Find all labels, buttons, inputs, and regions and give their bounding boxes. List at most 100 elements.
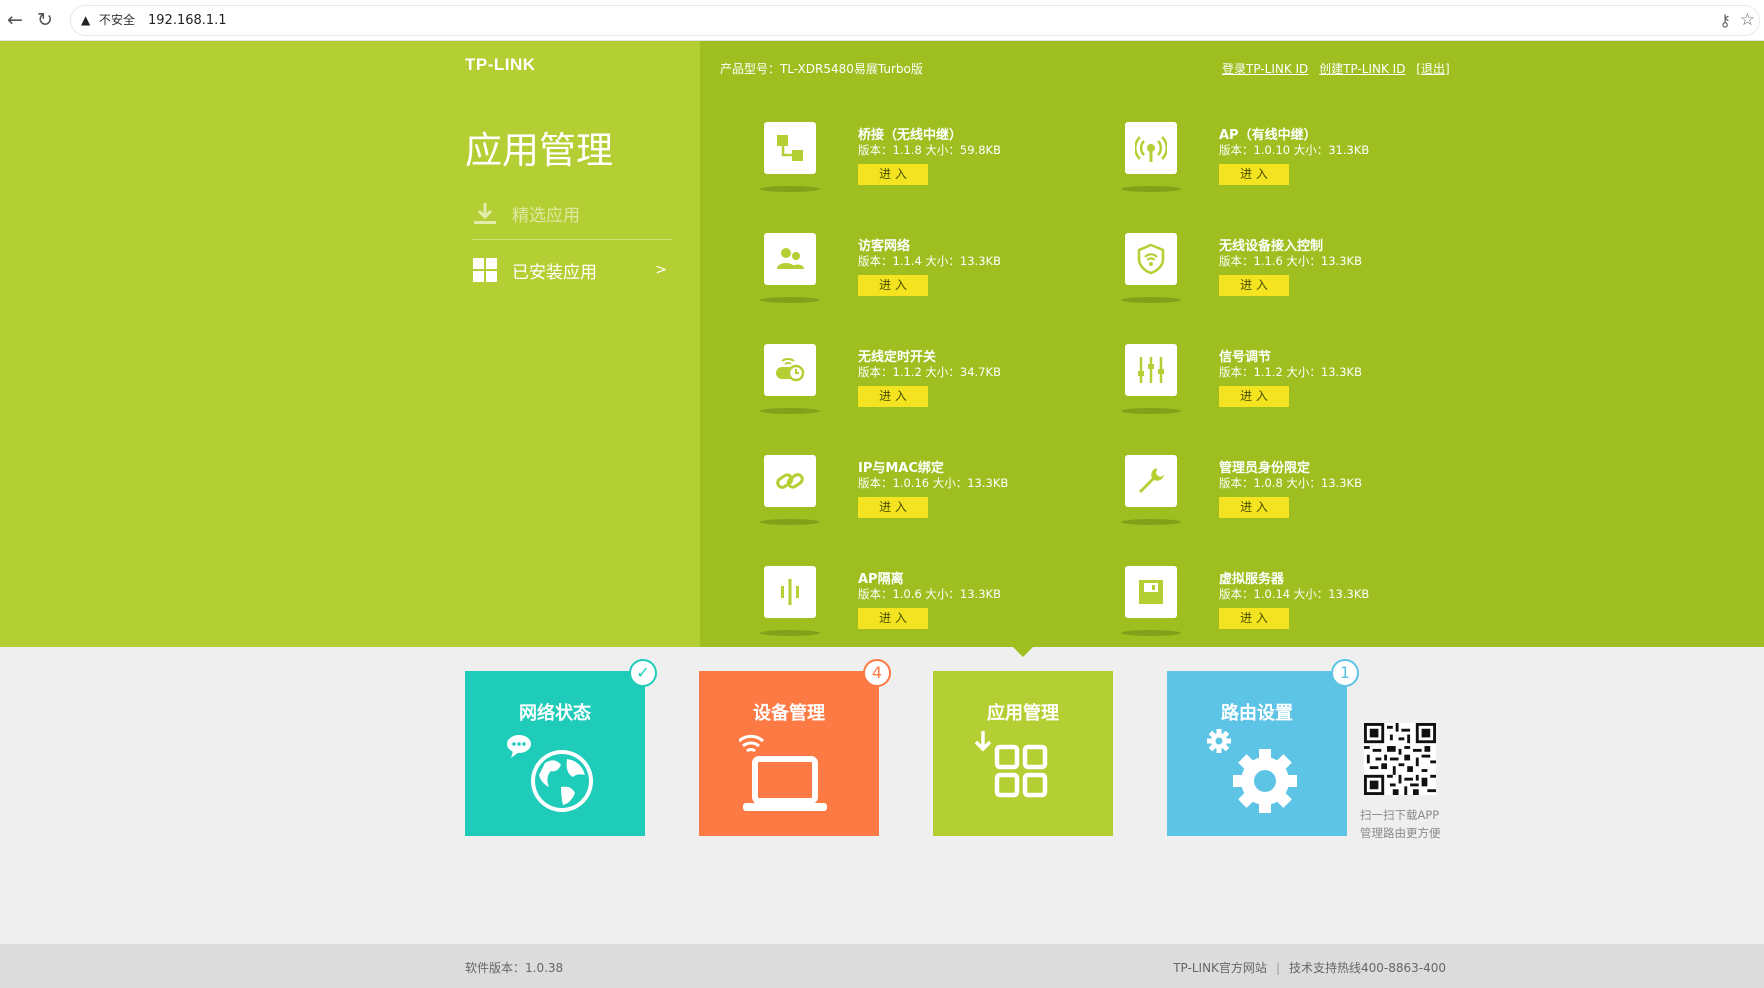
app-meta: 版本：1.0.8 大小：13.3KB [1219, 476, 1362, 490]
app-name: 无线设备接入控制 [1219, 239, 1324, 254]
link-icon [764, 455, 816, 507]
sidebar-item-label: 精选应用 [512, 205, 580, 226]
sidebar-divider [472, 239, 672, 240]
app-meta: 版本：1.0.10 大小：31.3KB [1219, 143, 1370, 157]
app-meta: 版本：1.1.6 大小：13.3KB [1219, 254, 1362, 268]
icon-shadow [760, 519, 820, 525]
enter-button[interactable]: 进 入 [1219, 275, 1289, 296]
bookmark-star-icon[interactable]: ☆ [1740, 6, 1755, 35]
app-name: 信号调节 [1219, 350, 1272, 365]
enter-button[interactable]: 进 入 [858, 497, 928, 518]
status-ok-badge: ✓ [629, 659, 657, 687]
logout-link[interactable]: [退出] [1416, 62, 1449, 76]
account-links: 登录TP-LINK ID 创建TP-LINK ID [退出] [1222, 60, 1457, 77]
update-count-badge: 1 [1331, 659, 1359, 687]
qr-code [1364, 723, 1436, 795]
enter-button[interactable]: 进 入 [858, 386, 928, 407]
security-label: 不安全 [99, 13, 136, 27]
device-count-badge: 4 [863, 659, 891, 687]
app-card-ap-isolation: AP隔离 版本：1.0.6 大小：13.3KB 进 入 [760, 566, 1104, 656]
tile-app-management[interactable]: 应用管理 [933, 671, 1113, 836]
active-tab-pointer [1013, 647, 1033, 657]
app-name: IP与MAC绑定 [858, 461, 944, 476]
login-tplink-id-link[interactable]: 登录TP-LINK ID [1222, 62, 1308, 76]
address-bar[interactable]: ▲ 不安全 192.168.1.1 ⚷ ☆ [70, 5, 1760, 36]
icon-shadow [1121, 408, 1181, 414]
browser-toolbar: ← ↻ ▲ 不安全 192.168.1.1 ⚷ ☆ [0, 0, 1764, 41]
app-card-ap: AP（有线中继） 版本：1.0.10 大小：31.3KB 进 入 [1121, 122, 1465, 212]
app-card-signal-tuning: 信号调节 版本：1.1.2 大小：13.3KB 进 入 [1121, 344, 1465, 434]
page-title: 应用管理 [465, 129, 613, 172]
icon-shadow [1121, 297, 1181, 303]
bridge-icon [764, 122, 816, 174]
qr-caption-line1: 扫一扫下载APP [1360, 808, 1440, 822]
tile-title: 网络状态 [519, 703, 591, 724]
sidebar-item-label: 已安装应用 [512, 262, 597, 283]
antenna-icon [1125, 122, 1177, 174]
software-version: 软件版本：1.0.38 [465, 961, 564, 975]
key-icon[interactable]: ⚷ [1719, 6, 1731, 35]
laptop-wifi-icon [739, 734, 827, 811]
back-icon[interactable]: ← [4, 9, 26, 31]
tile-network-status[interactable]: 网络状态 ✓ [465, 659, 657, 836]
qr-caption: 扫一扫下载APP 管理路由更方便 [1360, 806, 1441, 842]
app-name: 无线定时开关 [858, 350, 937, 365]
app-grid-icon [974, 731, 1048, 798]
guest-users-icon [764, 233, 816, 285]
create-tplink-id-link[interactable]: 创建TP-LINK ID [1319, 62, 1405, 76]
app-name: 访客网络 [858, 239, 911, 254]
icon-shadow [760, 297, 820, 303]
enter-button[interactable]: 进 入 [858, 608, 928, 629]
icon-shadow [760, 630, 820, 636]
icon-shadow [1121, 186, 1181, 192]
app-card-bridge: 桥接（无线中继） 版本：1.1.8 大小：59.8KB 进 入 [760, 122, 1104, 212]
app-meta: 版本：1.1.4 大小：13.3KB [858, 254, 1001, 268]
download-icon [474, 203, 496, 224]
enter-button[interactable]: 进 入 [1219, 164, 1289, 185]
wifi-shield-icon [1125, 233, 1177, 285]
server-icon [1125, 566, 1177, 618]
app-card-ip-mac-binding: IP与MAC绑定 版本：1.0.16 大小：13.3KB 进 入 [760, 455, 1104, 545]
enter-button[interactable]: 进 入 [1219, 608, 1289, 629]
footer-separator: | [1275, 961, 1280, 975]
official-site-link[interactable]: TP-LINK官方网站 [1173, 961, 1267, 975]
footer: 软件版本：1.0.38 TP-LINK官方网站 | 技术支持热线400-8863-4… [0, 944, 1764, 988]
warning-icon: ▲ [81, 13, 91, 27]
timer-switch-icon [764, 344, 816, 396]
url-text[interactable]: 192.168.1.1 [148, 6, 227, 35]
icon-shadow [760, 186, 820, 192]
apps-grid-icon [473, 258, 497, 282]
ap-isolation-icon [764, 566, 816, 618]
enter-button[interactable]: 进 入 [858, 164, 928, 185]
app-meta: 版本：1.1.8 大小：59.8KB [858, 143, 1001, 157]
app-meta: 版本：1.1.2 大小：13.3KB [1219, 365, 1362, 379]
gear-icon [1207, 729, 1297, 813]
enter-button[interactable]: 进 入 [858, 275, 928, 296]
app-name: AP（有线中继） [1219, 128, 1317, 143]
app-name: 桥接（无线中继） [858, 128, 963, 143]
tile-title: 应用管理 [987, 703, 1059, 724]
sidebar-item-featured-apps[interactable]: 精选应用 [472, 193, 580, 233]
icon-shadow [1121, 519, 1181, 525]
tile-title: 设备管理 [753, 703, 825, 724]
signal-sliders-icon [1125, 344, 1177, 396]
qr-caption-line2: 管理路由更方便 [1360, 826, 1441, 840]
tp-link-logo: TP-LINK [465, 55, 536, 74]
app-card-guest-network: 访客网络 版本：1.1.4 大小：13.3KB 进 入 [760, 233, 1104, 323]
app-name: 虚拟服务器 [1219, 572, 1285, 587]
tile-router-settings[interactable]: 路由设置 1 [1167, 659, 1359, 836]
app-meta: 版本：1.0.14 大小：13.3KB [1219, 587, 1370, 601]
sidebar-item-installed-apps[interactable]: 已安装应用 > [472, 250, 667, 290]
enter-button[interactable]: 进 入 [1219, 497, 1289, 518]
app-name: 管理员身份限定 [1219, 461, 1311, 476]
app-meta: 版本：1.0.6 大小：13.3KB [858, 587, 1001, 601]
app-name: AP隔离 [858, 572, 904, 587]
app-card-wifi-schedule: 无线定时开关 版本：1.1.2 大小：34.7KB 进 入 [760, 344, 1104, 434]
tile-device-management[interactable]: 设备管理 4 [699, 659, 891, 836]
enter-button[interactable]: 进 入 [1219, 386, 1289, 407]
app-meta: 版本：1.1.2 大小：34.7KB [858, 365, 1001, 379]
app-card-admin-restriction: 管理员身份限定 版本：1.0.8 大小：13.3KB 进 入 [1121, 455, 1465, 545]
app-meta: 版本：1.0.16 大小：13.3KB [858, 476, 1009, 490]
reload-icon[interactable]: ↻ [34, 9, 56, 31]
wrench-icon [1125, 455, 1177, 507]
